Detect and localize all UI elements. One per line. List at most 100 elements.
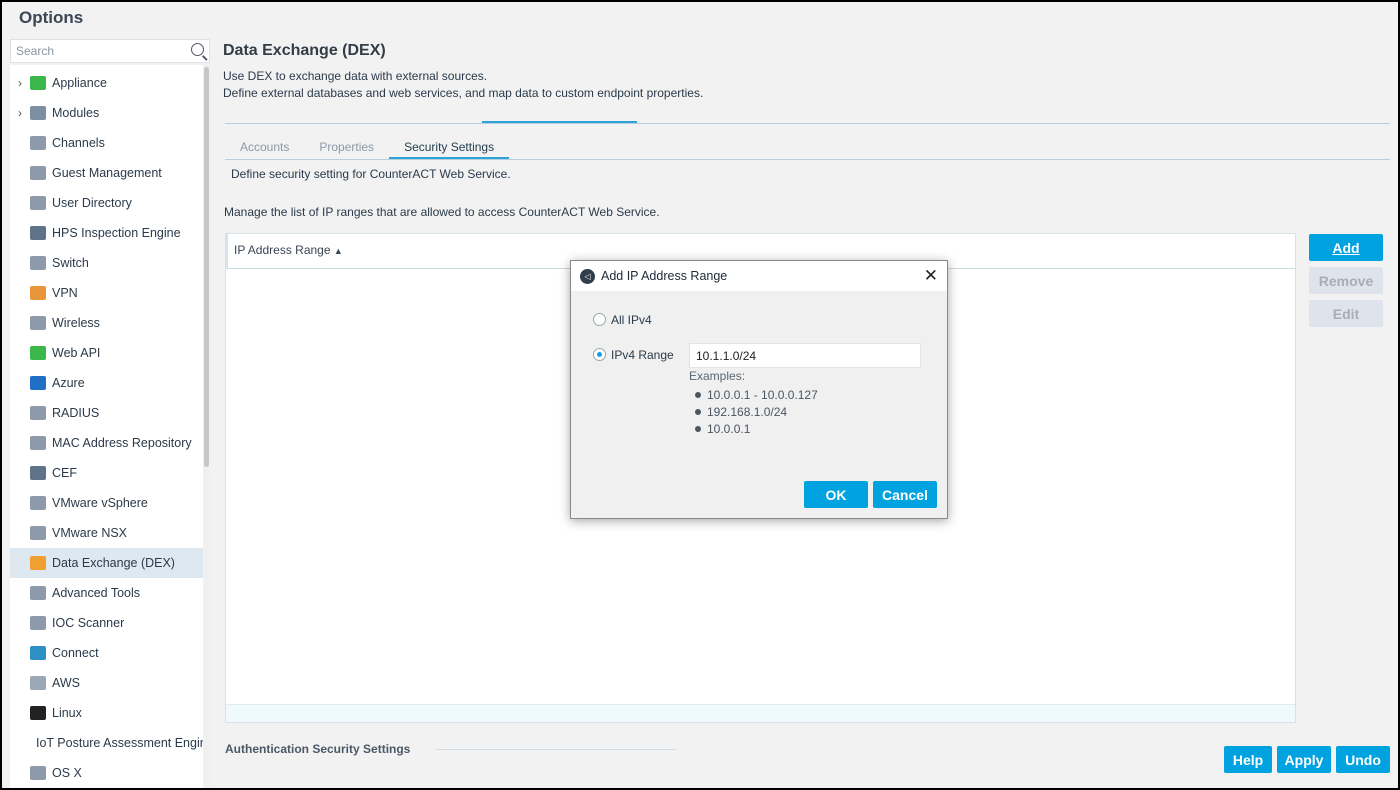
- switch-icon: [30, 256, 46, 270]
- sidebar-item-label: VMware vSphere: [52, 496, 148, 510]
- tab-security-settings[interactable]: Security Settings: [389, 137, 510, 159]
- tab-description: Define security setting for CounterACT W…: [231, 167, 511, 181]
- linux-icon: [30, 706, 46, 720]
- sidebar: › Appliance › Modules Channels Guest Manageme…: [10, 65, 203, 788]
- sidebar-item-data-exchange-dex[interactable]: Data Exchange (DEX): [10, 548, 203, 578]
- sidebar-item-label: User Directory: [52, 196, 132, 210]
- scrollbar-thumb[interactable]: [204, 67, 209, 467]
- sidebar-item-appliance[interactable]: › Appliance: [10, 68, 203, 98]
- ipv4-range-input[interactable]: [689, 343, 921, 368]
- label-ipv4-range[interactable]: IPv4 Range: [611, 348, 674, 362]
- sidebar-item-label: Connect: [52, 646, 99, 660]
- vpn-icon: [30, 286, 46, 300]
- ok-button[interactable]: OK: [804, 481, 868, 508]
- example-item: 10.0.0.1: [695, 422, 750, 436]
- sidebar-item-label: VPN: [52, 286, 78, 300]
- os-x-icon: [30, 766, 46, 780]
- sidebar-item-hps-inspection-engine[interactable]: HPS Inspection Engine: [10, 218, 203, 248]
- hps-inspection-engine-icon: [30, 226, 46, 240]
- sidebar-item-azure[interactable]: Azure: [10, 368, 203, 398]
- add-ip-range-dialog: ◁ Add IP Address Range ✕ All IPv4 IPv4 R…: [570, 260, 948, 519]
- sidebar-item-channels[interactable]: Channels: [10, 128, 203, 158]
- search-box[interactable]: [10, 39, 210, 63]
- sort-ascending-icon: ▲: [333, 246, 343, 256]
- sidebar-item-radius[interactable]: RADIUS: [10, 398, 203, 428]
- search-input[interactable]: [11, 40, 181, 62]
- vmware-nsx-icon: [30, 526, 46, 540]
- data-exchange-dex-icon: [30, 556, 46, 570]
- help-button[interactable]: Help: [1224, 746, 1272, 773]
- sidebar-item-linux[interactable]: Linux: [10, 698, 203, 728]
- example-item: 10.0.0.1 - 10.0.0.127: [695, 388, 818, 402]
- sidebar-item-label: Channels: [52, 136, 105, 150]
- sidebar-item-label: Guest Management: [52, 166, 162, 180]
- sidebar-item-wireless[interactable]: Wireless: [10, 308, 203, 338]
- sidebar-item-web-api[interactable]: Web API: [10, 338, 203, 368]
- remove-button[interactable]: Remove: [1309, 267, 1383, 294]
- sidebar-item-label: OS X: [52, 766, 82, 780]
- example-item: 192.168.1.0/24: [695, 405, 787, 419]
- ioc-scanner-icon: [30, 616, 46, 630]
- radio-ipv4-range[interactable]: [593, 348, 606, 361]
- app-logo-icon: ◁: [580, 268, 595, 284]
- chevron-right-icon[interactable]: ›: [10, 76, 30, 90]
- sidebar-item-vpn[interactable]: VPN: [10, 278, 203, 308]
- window-title: Options: [19, 8, 84, 27]
- upper-tab-indicator: [482, 121, 637, 123]
- page-description-2: Define external databases and web servic…: [223, 86, 704, 100]
- sidebar-item-vmware-nsx[interactable]: VMware NSX: [10, 518, 203, 548]
- dialog-titlebar: ◁ Add IP Address Range ✕: [571, 261, 947, 291]
- wireless-icon: [30, 316, 46, 330]
- mac-address-repository-icon: [30, 436, 46, 450]
- sidebar-item-mac-address-repository[interactable]: MAC Address Repository: [10, 428, 203, 458]
- chevron-right-icon[interactable]: ›: [10, 106, 30, 120]
- guest-management-icon: [30, 166, 46, 180]
- apply-button[interactable]: Apply: [1277, 746, 1331, 773]
- sidebar-item-label: Web API: [52, 346, 101, 360]
- radio-all-ipv4[interactable]: [593, 313, 606, 326]
- sidebar-item-label: IOC Scanner: [52, 616, 125, 630]
- sidebar-item-user-directory[interactable]: User Directory: [10, 188, 203, 218]
- sidebar-item-vmware-vsphere[interactable]: VMware vSphere: [10, 488, 203, 518]
- web-api-icon: [30, 346, 46, 360]
- sidebar-item-modules[interactable]: › Modules: [10, 98, 203, 128]
- list-description: Manage the list of IP ranges that are al…: [224, 205, 660, 219]
- user-directory-icon: [30, 196, 46, 210]
- divider: [225, 159, 1390, 160]
- close-icon[interactable]: ✕: [924, 266, 938, 286]
- sidebar-scrollbar[interactable]: [203, 65, 210, 788]
- cancel-button[interactable]: Cancel: [873, 481, 937, 508]
- sidebar-item-label: AWS: [52, 676, 81, 690]
- sidebar-item-label: HPS Inspection Engine: [52, 226, 181, 240]
- sidebar-item-label: Advanced Tools: [52, 586, 141, 600]
- sidebar-item-os-x[interactable]: OS X: [10, 758, 203, 788]
- advanced-tools-icon: [30, 586, 46, 600]
- appliance-icon: [30, 76, 46, 90]
- undo-button[interactable]: Undo: [1336, 746, 1390, 773]
- examples-label: Examples:: [689, 369, 746, 383]
- sidebar-item-aws[interactable]: AWS: [10, 668, 203, 698]
- sidebar-item-switch[interactable]: Switch: [10, 248, 203, 278]
- sidebar-item-cef[interactable]: CEF: [10, 458, 203, 488]
- tab-bar: Accounts Properties Security Settings: [225, 137, 510, 159]
- tab-properties[interactable]: Properties: [304, 137, 389, 159]
- aws-icon: [30, 676, 46, 690]
- sidebar-item-label: VMware NSX: [52, 526, 128, 540]
- page-description-1: Use DEX to exchange data with external s…: [223, 69, 488, 83]
- add-button[interactable]: Add: [1309, 234, 1383, 261]
- label-all-ipv4[interactable]: All IPv4: [611, 313, 652, 327]
- sidebar-item-label: RADIUS: [52, 406, 100, 420]
- search-icon[interactable]: [191, 43, 204, 56]
- sidebar-item-advanced-tools[interactable]: Advanced Tools: [10, 578, 203, 608]
- sidebar-item-guest-management[interactable]: Guest Management: [10, 158, 203, 188]
- modules-icon: [30, 106, 46, 120]
- tab-accounts[interactable]: Accounts: [225, 137, 304, 159]
- sidebar-item-ioc-scanner[interactable]: IOC Scanner: [10, 608, 203, 638]
- auth-section-heading: Authentication Security Settings: [225, 742, 411, 756]
- sidebar-item-connect[interactable]: Connect: [10, 638, 203, 668]
- edit-button[interactable]: Edit: [1309, 300, 1383, 327]
- divider: [436, 749, 676, 750]
- sidebar-item-iot-posture-assessment-engine[interactable]: IoT Posture Assessment Engine: [10, 728, 203, 758]
- vmware-vsphere-icon: [30, 496, 46, 510]
- channels-icon: [30, 136, 46, 150]
